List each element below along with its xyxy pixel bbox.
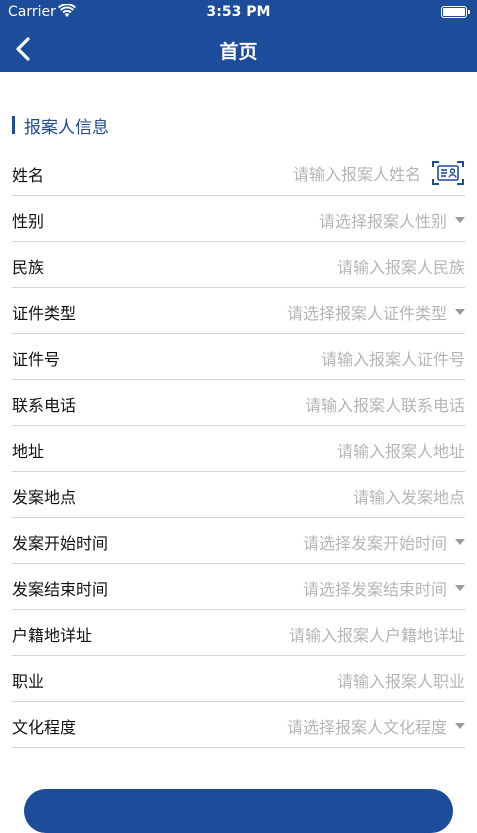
field-placeholder: 请选择报案人性别	[318, 212, 447, 231]
form-row[interactable]: 地址 请输入报案人地址	[12, 426, 465, 472]
field-label: 地址	[12, 442, 45, 461]
text-input[interactable]: 请输入报案人证件号	[321, 346, 465, 370]
id-card-scan-icon[interactable]	[431, 159, 465, 187]
select-field[interactable]: 请选择报案人文化程度	[287, 714, 465, 738]
reporter-info-form: 姓名 请输入报案人姓名 性别 请选择报案人性别 民族 请输入报案人民族 证件类型 请选择报案人…	[0, 150, 477, 748]
form-row[interactable]: 发案结束时间 请选择发案结束时间	[12, 564, 465, 610]
form-row[interactable]: 证件类型 请选择报案人证件类型	[12, 288, 465, 334]
page-title: 首页	[219, 41, 258, 63]
field-placeholder: 请输入报案人姓名	[292, 165, 421, 184]
dropdown-arrow-icon	[455, 217, 465, 223]
form-row[interactable]: 姓名 请输入报案人姓名	[12, 150, 465, 196]
dropdown-arrow-icon	[455, 723, 465, 729]
form-row[interactable]: 联系电话 请输入报案人联系电话	[12, 380, 465, 426]
field-label: 发案开始时间	[12, 534, 109, 553]
field-placeholder: 请输入报案人证件号	[320, 350, 465, 369]
text-input[interactable]: 请输入发案地点	[353, 484, 465, 508]
field-placeholder: 请输入发案地点	[352, 488, 465, 507]
text-input[interactable]: 请输入报案人职业	[337, 668, 465, 692]
field-placeholder: 请选择发案结束时间	[302, 580, 447, 599]
dropdown-arrow-icon	[455, 539, 465, 545]
dropdown-arrow-icon	[455, 309, 465, 315]
field-label: 联系电话	[12, 396, 77, 415]
select-field[interactable]: 请选择发案结束时间	[303, 576, 465, 600]
dropdown-arrow-icon	[455, 585, 465, 591]
status-time: 3:53 PM	[206, 4, 271, 20]
submit-button[interactable]	[24, 789, 453, 833]
section-header: 报案人信息	[12, 114, 109, 138]
text-input[interactable]: 请输入报案人联系电话	[305, 392, 465, 416]
field-label: 性别	[12, 212, 45, 231]
select-field[interactable]: 请选择报案人性别	[319, 208, 465, 232]
form-row[interactable]: 户籍地详址 请输入报案人户籍地详址	[12, 610, 465, 656]
form-row[interactable]: 文化程度 请选择报案人文化程度	[12, 702, 465, 748]
section-accent-bar	[12, 116, 15, 134]
field-placeholder: 请输入报案人地址	[336, 442, 465, 461]
battery-nub	[468, 10, 470, 14]
field-placeholder: 请输入报案人户籍地详址	[288, 626, 465, 645]
text-input[interactable]: 请输入报案人姓名	[293, 159, 465, 187]
field-label: 证件类型	[12, 304, 77, 323]
form-row[interactable]: 证件号 请输入报案人证件号	[12, 334, 465, 380]
field-placeholder: 请输入报案人职业	[336, 672, 465, 691]
select-field[interactable]: 请选择发案开始时间	[303, 530, 465, 554]
section-title: 报案人信息	[24, 117, 109, 138]
form-row[interactable]: 职业 请输入报案人职业	[12, 656, 465, 702]
battery-level	[443, 8, 465, 16]
field-label: 职业	[12, 672, 45, 691]
field-placeholder: 请输入报案人联系电话	[304, 396, 465, 415]
form-row[interactable]: 民族 请输入报案人民族	[12, 242, 465, 288]
field-label: 发案地点	[12, 488, 77, 507]
battery-icon	[441, 6, 470, 18]
text-input[interactable]: 请输入报案人民族	[337, 254, 465, 278]
status-bar: Carrier 3:53 PM	[0, 0, 477, 26]
field-placeholder: 请输入报案人民族	[336, 258, 465, 277]
field-label: 姓名	[12, 166, 45, 185]
form-row[interactable]: 发案地点 请输入发案地点	[12, 472, 465, 518]
field-placeholder: 请选择报案人文化程度	[286, 718, 447, 737]
text-input[interactable]: 请输入报案人地址	[337, 438, 465, 462]
field-label: 证件号	[12, 350, 61, 369]
field-label: 文化程度	[12, 718, 77, 737]
field-label: 户籍地详址	[12, 626, 93, 645]
text-input[interactable]: 请输入报案人户籍地详址	[289, 622, 465, 646]
select-field[interactable]: 请选择报案人证件类型	[287, 300, 465, 324]
field-label: 民族	[12, 258, 45, 277]
field-placeholder: 请选择发案开始时间	[302, 534, 447, 553]
field-placeholder: 请选择报案人证件类型	[286, 304, 447, 323]
navigation-bar: 首页	[0, 26, 477, 72]
field-label: 发案结束时间	[12, 580, 109, 599]
form-row[interactable]: 性别 请选择报案人性别	[12, 196, 465, 242]
form-row[interactable]: 发案开始时间 请选择发案开始时间	[12, 518, 465, 564]
